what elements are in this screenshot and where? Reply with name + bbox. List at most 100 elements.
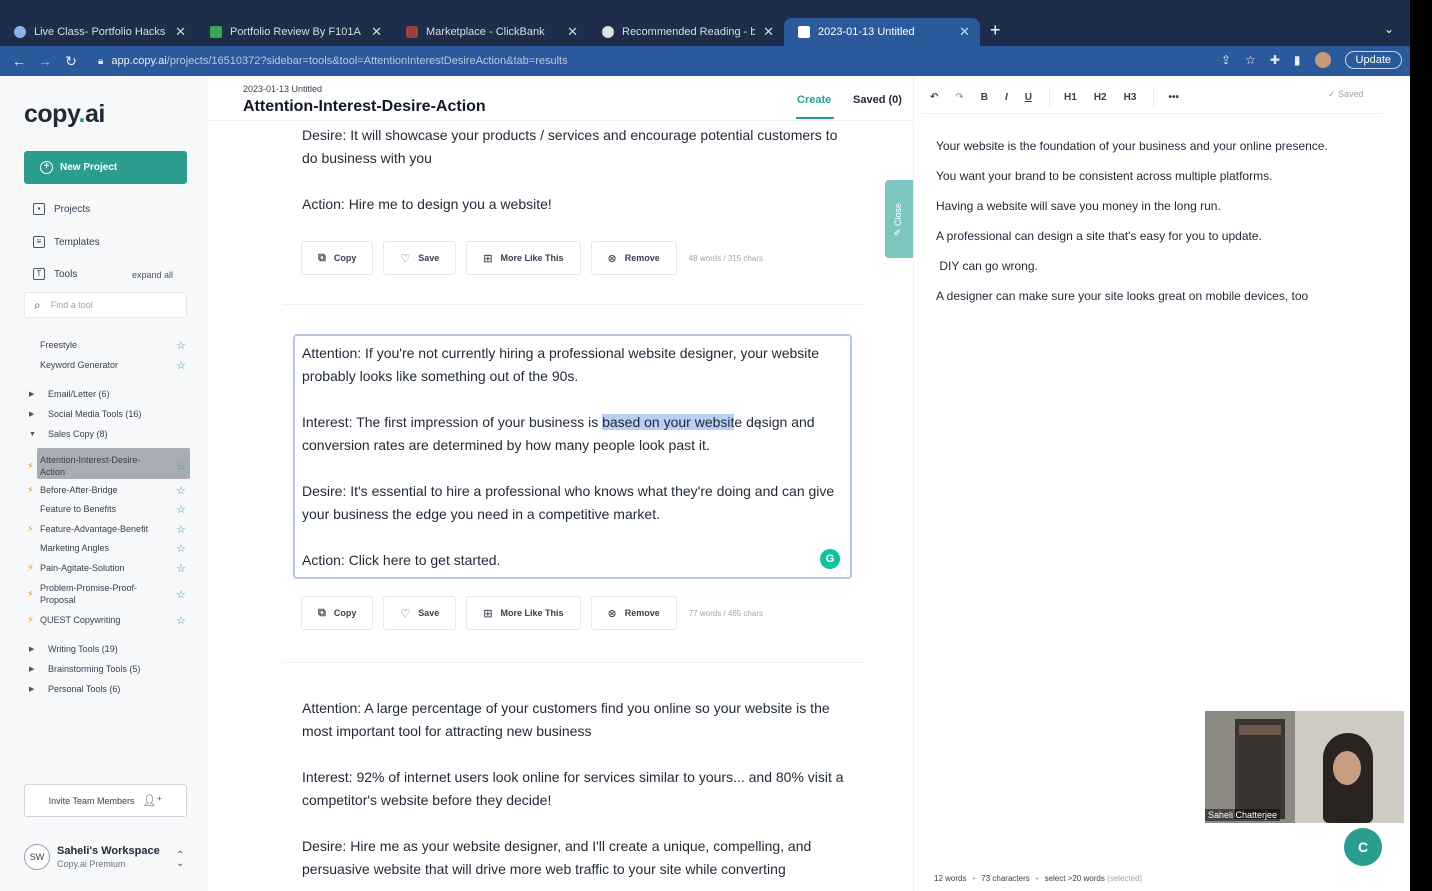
star-icon[interactable]: ☆ bbox=[176, 523, 186, 536]
star-icon[interactable]: ☆ bbox=[176, 503, 186, 516]
back-icon[interactable]: ← bbox=[12, 53, 26, 69]
close-panel-tab[interactable]: ✎ Close bbox=[885, 180, 913, 258]
tool-item-feature-to-benefits[interactable]: Feature to Benefits ☆ bbox=[0, 500, 208, 518]
h3-button[interactable]: H3 bbox=[1124, 92, 1137, 103]
copy-button[interactable]: ⧉ Copy bbox=[301, 596, 374, 630]
bold-button[interactable]: B bbox=[981, 92, 988, 103]
tool-item-quest[interactable]: ⚡︎ QUEST Copywriting ☆ bbox=[0, 611, 208, 629]
share-icon[interactable]: ⇪ bbox=[1221, 53, 1231, 67]
copyai-logo: copy.ai bbox=[24, 100, 105, 128]
italic-button[interactable]: I bbox=[1005, 92, 1008, 103]
chevron-updown-icon[interactable]: ⌃ ⌄ bbox=[176, 851, 184, 869]
bookmark-star-icon[interactable]: ☆ bbox=[1245, 53, 1256, 67]
tab-favicon-icon bbox=[602, 26, 614, 38]
chat-support-icon[interactable]: C bbox=[1344, 828, 1382, 866]
search-icon: ⌕ bbox=[34, 297, 41, 312]
tool-item-before-after-bridge[interactable]: ⚡︎ Before-After-Bridge ☆ bbox=[0, 481, 208, 499]
star-icon[interactable]: ☆ bbox=[176, 562, 186, 575]
tool-group-brainstorming[interactable]: ▶ Brainstorming Tools (5) bbox=[0, 660, 208, 678]
result-card-text[interactable]: Desire: It will showcase your products /… bbox=[302, 124, 850, 216]
url-host: app.copy.ai bbox=[111, 55, 167, 67]
h1-button[interactable]: H1 bbox=[1064, 92, 1077, 103]
browser-tab[interactable]: Marketplace - ClickBank ✕ bbox=[392, 18, 588, 46]
remove-button[interactable]: ⊗ Remove bbox=[590, 241, 677, 275]
participant-name: Saheli Chatterjee bbox=[1205, 809, 1281, 821]
chevron-down-icon[interactable]: ⌄ bbox=[1384, 22, 1394, 36]
undo-icon[interactable]: ↶ bbox=[930, 92, 938, 103]
editor-content[interactable]: Your website is the foundation of your b… bbox=[936, 136, 1356, 316]
result-card-text[interactable]: Attention: If you're not currently hirin… bbox=[302, 342, 850, 572]
underline-button[interactable]: U bbox=[1025, 92, 1032, 103]
remove-button[interactable]: ⊗ Remove bbox=[590, 596, 677, 630]
more-like-this-button[interactable]: ⊞ More Like This bbox=[466, 241, 581, 275]
result-card-text[interactable]: Attention: A large percentage of your cu… bbox=[302, 697, 850, 881]
star-icon[interactable]: ☆ bbox=[176, 339, 186, 352]
sidebar-item-templates[interactable]: ≡ Templates bbox=[33, 236, 100, 248]
more-like-this-button[interactable]: ⊞ More Like This bbox=[466, 596, 581, 630]
tool-item-pas[interactable]: ⚡︎ Pain-Agitate-Solution ☆ bbox=[0, 559, 208, 577]
expand-all-link[interactable]: expand all bbox=[132, 270, 173, 280]
close-tab-icon[interactable]: ✕ bbox=[959, 24, 970, 40]
bolt-icon: ⚡︎ bbox=[27, 588, 35, 600]
sidebar-item-tools[interactable]: T Tools bbox=[33, 268, 77, 280]
tool-item-freestyle[interactable]: Freestyle ☆ bbox=[0, 336, 208, 354]
tool-group-email-letter[interactable]: ▶ Email/Letter (6) bbox=[0, 385, 208, 403]
profile-avatar[interactable] bbox=[1314, 52, 1331, 68]
tool-group-writing[interactable]: ▶ Writing Tools (19) bbox=[0, 640, 208, 658]
divider bbox=[283, 662, 863, 663]
browser-tab[interactable]: Recommended Reading - born ✕ bbox=[588, 18, 784, 46]
saved-status: ✓ Saved bbox=[1328, 89, 1364, 99]
tool-item-pppp[interactable]: ⚡︎ Problem-Promise-Proof-Proposal ☆ bbox=[0, 581, 208, 607]
caret-right-icon: ▶ bbox=[29, 411, 35, 418]
tool-group-personal[interactable]: ▶ Personal Tools (6) bbox=[0, 680, 208, 698]
browser-tab[interactable]: Live Class- Portfolio Hacks - P ✕ bbox=[0, 18, 196, 46]
save-button[interactable]: ♡ Save bbox=[383, 596, 457, 630]
star-icon[interactable]: ☆ bbox=[176, 588, 186, 601]
copyai-app: copy.ai + New Project ▪ Projects ≡ Templat… bbox=[0, 76, 1410, 891]
extensions-icon[interactable]: ✚ bbox=[1270, 53, 1280, 67]
tool-item-keyword-generator[interactable]: Keyword Generator ☆ bbox=[0, 356, 208, 374]
update-button[interactable]: Update bbox=[1344, 51, 1402, 69]
forward-icon[interactable]: → bbox=[38, 53, 52, 69]
invite-team-button[interactable]: Invite Team Members 👤︎⁺ bbox=[24, 784, 187, 817]
browser-tab[interactable]: Portfolio Review By F101A (Re ✕ bbox=[196, 18, 392, 46]
divider bbox=[208, 120, 913, 121]
star-icon[interactable]: ☆ bbox=[176, 460, 186, 473]
tool-item-fab[interactable]: ⚡︎ Feature-Advantage-Benefit ☆ bbox=[0, 520, 208, 538]
new-project-button[interactable]: + New Project bbox=[24, 151, 187, 184]
browser-tab-active[interactable]: 2023-01-13 Untitled ✕ bbox=[784, 18, 980, 46]
star-icon[interactable]: ☆ bbox=[176, 542, 186, 555]
tab-create[interactable]: Create bbox=[797, 94, 831, 106]
tab-saved[interactable]: Saved (0) bbox=[853, 94, 902, 106]
url-field[interactable]: 🔒︎ app.copy.ai/projects/16510372?sidebar… bbox=[98, 55, 568, 67]
tool-item-aida[interactable]: ⚡︎ Attention-Interest-Desire-Action ☆ bbox=[0, 454, 208, 478]
close-tab-icon[interactable]: ✕ bbox=[763, 24, 774, 40]
tab-title: Portfolio Review By F101A (Re bbox=[230, 26, 363, 38]
tool-group-sales-copy[interactable]: ▼ Sales Copy (8) bbox=[0, 425, 208, 443]
grid-icon: ▪ bbox=[33, 203, 45, 215]
copy-icon: ⧉ bbox=[318, 606, 326, 619]
new-tab-icon[interactable]: + bbox=[990, 20, 1001, 41]
tab-title: Marketplace - ClickBank bbox=[426, 26, 545, 38]
close-tab-icon[interactable]: ✕ bbox=[175, 24, 186, 40]
close-tab-icon[interactable]: ✕ bbox=[371, 24, 382, 40]
star-icon[interactable]: ☆ bbox=[176, 484, 186, 497]
star-icon[interactable]: ☆ bbox=[176, 359, 186, 372]
copy-button[interactable]: ⧉ Copy bbox=[301, 241, 374, 275]
save-button[interactable]: ♡ Save bbox=[383, 241, 457, 275]
side-panel-icon[interactable]: ▮ bbox=[1294, 53, 1301, 67]
tool-item-marketing-angles[interactable]: Marketing Angles ☆ bbox=[0, 539, 208, 557]
tool-group-social-media[interactable]: ▶ Social Media Tools (16) bbox=[0, 405, 208, 423]
close-tab-icon[interactable]: ✕ bbox=[567, 24, 578, 40]
sidebar-item-projects[interactable]: ▪ Projects bbox=[33, 203, 90, 215]
redo-icon[interactable]: ↷ bbox=[955, 92, 963, 103]
grammarly-icon[interactable]: G bbox=[820, 549, 840, 569]
workspace-switcher[interactable]: SW Saheli's Workspace Copy.ai Premium bbox=[24, 844, 160, 870]
more-options-button[interactable]: ••• bbox=[1168, 92, 1179, 103]
caret-right-icon: ▶ bbox=[29, 686, 35, 693]
star-icon[interactable]: ☆ bbox=[176, 614, 186, 627]
h2-button[interactable]: H2 bbox=[1094, 92, 1107, 103]
find-tool-input[interactable]: ⌕ Find a tool bbox=[24, 292, 187, 318]
reload-icon[interactable]: ↻ bbox=[64, 53, 78, 70]
plus-circle-icon: + bbox=[40, 161, 53, 174]
